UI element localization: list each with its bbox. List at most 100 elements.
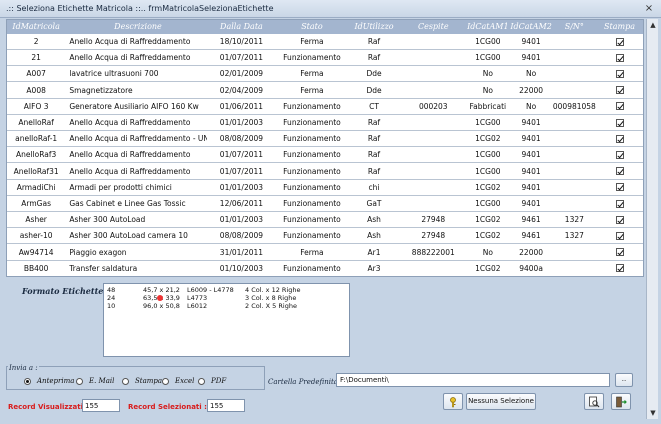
table-cell[interactable]: Funzionamento: [276, 118, 347, 127]
table-cell[interactable]: 9401: [509, 183, 552, 192]
table-cell[interactable]: Asher 300 AutoLoad camera 10: [65, 231, 206, 240]
header-stampa[interactable]: Stampa: [596, 20, 643, 34]
table-cell[interactable]: 1CG02: [466, 183, 509, 192]
table-cell[interactable]: 9401: [509, 118, 552, 127]
stampa-checkbox[interactable]: [615, 134, 624, 143]
table-cell[interactable]: Raf: [348, 150, 401, 159]
table-cell[interactable]: 1CG02: [466, 215, 509, 224]
stampa-checkbox[interactable]: [615, 183, 624, 192]
table-cell[interactable]: Anello Acqua di Raffreddamento - UNO: [65, 134, 206, 143]
radio-selected-icon[interactable]: [24, 377, 31, 385]
nessuna-selezione-button[interactable]: Nessuna Selezione: [466, 393, 536, 410]
key-button[interactable]: [443, 393, 463, 410]
table-cell[interactable]: AnelloRaf31: [7, 167, 65, 176]
table-cell[interactable]: Ash: [348, 215, 401, 224]
radio-icon[interactable]: [122, 377, 129, 385]
table-cell[interactable]: 01/10/2003: [207, 264, 277, 273]
table-cell[interactable]: 888222001: [400, 248, 466, 257]
header-sn[interactable]: S/N°: [553, 20, 596, 34]
table-cell[interactable]: Raf: [348, 37, 401, 46]
formato-row[interactable]: 48 45,7 x 21,2 L6009 - L4778 4 Col. x 12 Ri…: [107, 286, 346, 294]
table-cell[interactable]: AnelloRaf: [7, 118, 65, 127]
stampa-checkbox[interactable]: [615, 102, 624, 111]
table-cell[interactable]: 1CG00: [466, 118, 509, 127]
table-cell[interactable]: asher-10: [7, 231, 65, 240]
scroll-up-icon[interactable]: ▲: [647, 19, 659, 31]
table-row[interactable]: BB400 Transfer saldatura 01/10/2003 Funzion…: [7, 260, 643, 276]
table-cell[interactable]: Armadi per prodotti chimici: [65, 183, 206, 192]
formato-row[interactable]: 24 63,5 x 33,9 L4773 3 Col. x 8 Righe: [107, 294, 346, 302]
table-cell[interactable]: 000203: [400, 102, 466, 111]
radio-icon[interactable]: [198, 377, 205, 385]
exit-button[interactable]: [611, 393, 631, 410]
table-cell[interactable]: Asher 300 AutoLoad: [65, 215, 206, 224]
table-cell[interactable]: 01/07/2011: [207, 53, 277, 62]
table-cell[interactable]: A008: [7, 86, 65, 95]
table-cell[interactable]: 21: [7, 53, 65, 62]
table-cell[interactable]: 9401: [509, 150, 552, 159]
table-cell[interactable]: Fabbricati: [466, 102, 509, 111]
table-cell[interactable]: 1327: [553, 231, 596, 240]
table-row[interactable]: AnelloRaf Anello Acqua di Raffreddamento 0…: [7, 115, 643, 131]
table-cell[interactable]: GaT: [348, 199, 401, 208]
table-cell[interactable]: Ash: [348, 231, 401, 240]
table-cell[interactable]: Generatore Ausiliario AIFO 160 Kw: [65, 102, 206, 111]
table-cell[interactable]: anelloRaf-1: [7, 134, 65, 143]
table-cell[interactable]: 1327: [553, 215, 596, 224]
stampa-checkbox[interactable]: [615, 150, 624, 159]
table-cell[interactable]: No: [466, 86, 509, 95]
table-cell[interactable]: 27948: [400, 231, 466, 240]
table-cell[interactable]: No: [509, 102, 552, 111]
header-dalla-data[interactable]: Dalla Data: [207, 20, 277, 34]
radio-email[interactable]: E. Mail: [76, 377, 114, 385]
table-cell[interactable]: 31/01/2011: [207, 248, 277, 257]
table-row[interactable]: ArmGas Gas Cabinet e Linee Gas Tossic 12/0…: [7, 196, 643, 212]
stampa-checkbox[interactable]: [615, 167, 624, 176]
table-cell[interactable]: 02/01/2009: [207, 69, 277, 78]
table-cell[interactable]: Smagnetizzatore: [65, 86, 206, 95]
table-cell[interactable]: CT: [348, 102, 401, 111]
table-cell[interactable]: Gas Cabinet e Linee Gas Tossic: [65, 199, 206, 208]
table-cell[interactable]: AIFO 3: [7, 102, 65, 111]
scroll-down-icon[interactable]: ▼: [647, 407, 659, 419]
header-stato[interactable]: Stato: [276, 20, 347, 34]
radio-pdf[interactable]: PDF: [198, 377, 226, 385]
table-cell[interactable]: Dde: [348, 86, 401, 95]
table-cell[interactable]: Anello Acqua di Raffreddamento: [65, 118, 206, 127]
table-cell[interactable]: 1CG00: [466, 37, 509, 46]
stampa-checkbox[interactable]: [615, 215, 624, 224]
table-cell[interactable]: 1CG02: [466, 264, 509, 273]
table-cell[interactable]: 22000: [509, 86, 552, 95]
header-idcatam2[interactable]: IdCatAM2: [509, 20, 552, 34]
table-cell[interactable]: Asher: [7, 215, 65, 224]
table-cell[interactable]: 08/08/2009: [207, 231, 277, 240]
stampa-checkbox[interactable]: [615, 231, 624, 240]
table-cell[interactable]: No: [509, 69, 552, 78]
table-row[interactable]: 2 Anello Acqua di Raffreddamento 18/10/201…: [7, 34, 643, 50]
table-cell[interactable]: 9401: [509, 37, 552, 46]
table-cell[interactable]: Funzionamento: [276, 150, 347, 159]
table-cell[interactable]: Ar1: [348, 248, 401, 257]
table-cell[interactable]: Funzionamento: [276, 167, 347, 176]
header-idmatricola[interactable]: IdMatricola: [7, 20, 65, 34]
table-cell[interactable]: Ferma: [276, 37, 347, 46]
formato-etichette-list[interactable]: 48 45,7 x 21,2 L6009 - L4778 4 Col. x 12 Ri…: [103, 283, 350, 357]
cartella-field[interactable]: F:\Documenti\: [336, 373, 610, 387]
table-cell[interactable]: 1CG02: [466, 231, 509, 240]
close-icon[interactable]: ×: [643, 3, 655, 15]
table-cell[interactable]: A007: [7, 69, 65, 78]
table-cell[interactable]: lavatrice ultrasuoni 700: [65, 69, 206, 78]
table-cell[interactable]: 1CG00: [466, 167, 509, 176]
table-cell[interactable]: BB400: [7, 264, 65, 273]
table-cell[interactable]: Raf: [348, 167, 401, 176]
table-cell[interactable]: 01/06/2011: [207, 102, 277, 111]
table-cell[interactable]: 9461: [509, 215, 552, 224]
table-cell[interactable]: 9461: [509, 231, 552, 240]
table-row[interactable]: 21 Anello Acqua di Raffreddamento 01/07/20…: [7, 50, 643, 67]
radio-excel[interactable]: Excel: [162, 377, 194, 385]
table-row[interactable]: Aw94714 Piaggio exagon 31/01/2011 Ferma Ar1 8…: [7, 244, 643, 261]
table-row[interactable]: AnelloRaf31 Anello Acqua di Raffreddament…: [7, 163, 643, 180]
radio-icon[interactable]: [162, 377, 169, 385]
table-cell[interactable]: 9401: [509, 167, 552, 176]
table-cell[interactable]: 01/01/2003: [207, 215, 277, 224]
